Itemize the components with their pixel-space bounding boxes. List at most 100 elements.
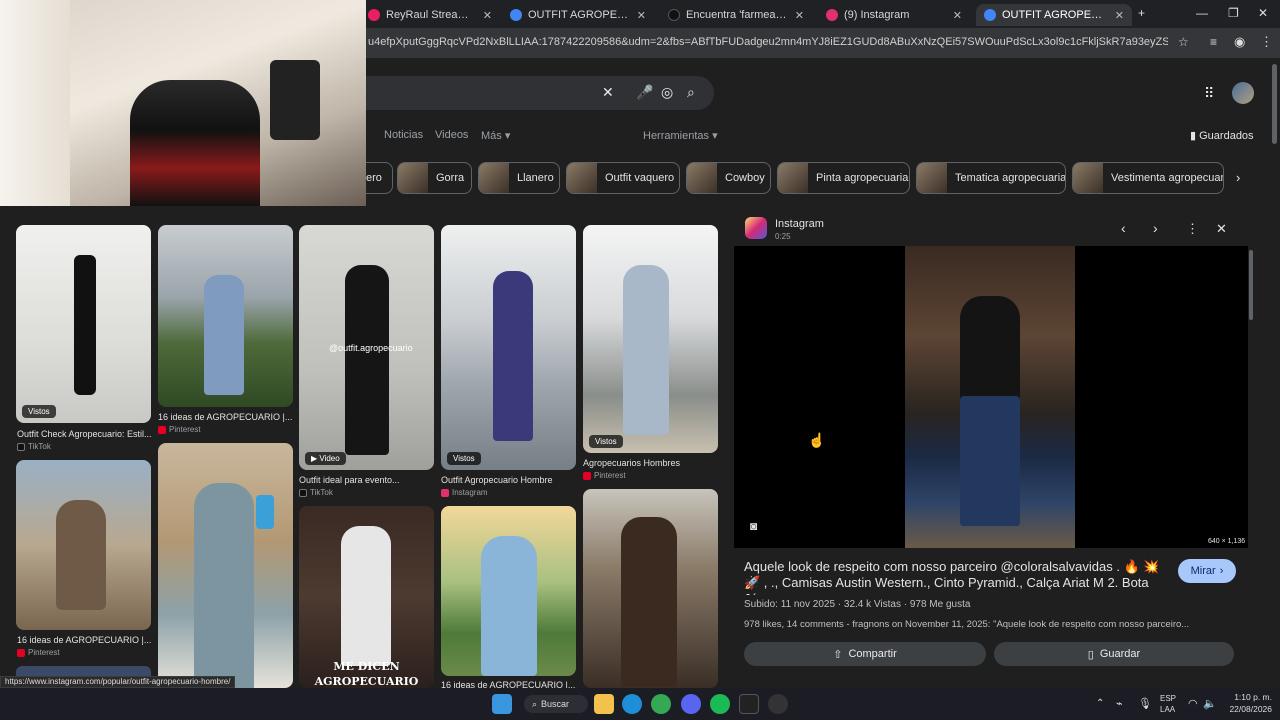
source-label: Pinterest xyxy=(28,648,60,657)
close-panel-icon[interactable]: ✕ xyxy=(1216,221,1227,237)
panel-scrollbar-thumb[interactable] xyxy=(1249,250,1253,320)
edge-icon[interactable] xyxy=(622,694,642,714)
image-result[interactable] xyxy=(16,460,151,630)
wifi-icon[interactable]: ◠ xyxy=(1188,697,1198,710)
tab-tiktok[interactable]: Encuentra 'farmear aura batalla ✕ xyxy=(660,4,812,26)
close-icon[interactable]: ✕ xyxy=(795,9,804,22)
lens-search-icon[interactable]: ◙ xyxy=(750,519,757,533)
tab-label: OUTFIT AGROPECUARIO HOM xyxy=(528,9,631,21)
video-badge-label: Video xyxy=(319,454,340,463)
image-result[interactable]: Vistos xyxy=(441,225,576,470)
microphone-icon[interactable]: 🎙 xyxy=(1138,697,1152,710)
chevron-right-icon[interactable]: › xyxy=(1236,170,1240,185)
address-bar[interactable]: u4efpXputGggRqcVPd2NxBlLLIAA:17874222095… xyxy=(368,36,1168,48)
image-result[interactable] xyxy=(158,225,293,407)
chip-outfit-vaquero[interactable]: Outfit vaquero xyxy=(566,162,680,194)
next-icon[interactable]: › xyxy=(1153,220,1158,236)
clock-date[interactable]: 22/08/2026 xyxy=(1220,704,1272,714)
result-caption[interactable]: Agropecuarios Hombres xyxy=(583,458,719,468)
save-button[interactable]: ▯ Guardar xyxy=(994,642,1234,666)
taskbar-search[interactable]: ⌕ Buscar xyxy=(524,695,588,713)
result-caption[interactable]: Outfit ideal para evento... xyxy=(299,475,435,485)
panel-title[interactable]: Aquele look de respeito com nosso parcei… xyxy=(744,559,1164,595)
tab-reyraul[interactable]: ReyRaul Stream - Watch Live o ✕ xyxy=(360,4,500,26)
image-result[interactable]: Vistos xyxy=(16,225,151,423)
result-caption[interactable]: 16 ideas de AGROPECUARIO |... xyxy=(158,412,294,422)
menu-kebab-icon[interactable]: ⋮ xyxy=(1260,34,1273,50)
window-close-icon[interactable]: ✕ xyxy=(1258,6,1268,20)
chip-cowboy[interactable]: Cowboy xyxy=(686,162,771,194)
volume-icon[interactable]: 🔈 xyxy=(1203,697,1217,710)
page-scrollbar[interactable] xyxy=(1270,58,1280,688)
image-result[interactable]: @outfit.agropecuario ▶ Video xyxy=(299,225,434,470)
person-figure xyxy=(345,265,389,455)
result-source: Pinterest xyxy=(158,425,201,434)
tab-instagram[interactable]: (9) Instagram ✕ xyxy=(818,4,970,26)
chip-vestimenta-agropecuaria[interactable]: Vestimenta agropecuaria xyxy=(1072,162,1224,194)
image-result[interactable]: ME DICEN AGROPECUARIO xyxy=(299,506,434,688)
nav-guardados[interactable]: ▮ Guardados xyxy=(1190,129,1254,142)
scrollbar-thumb[interactable] xyxy=(1272,64,1277,144)
image-result-partial[interactable] xyxy=(16,666,151,676)
image-result[interactable] xyxy=(583,489,718,688)
visit-button[interactable]: Mirar › xyxy=(1178,559,1236,583)
network-icon[interactable]: ⌁ xyxy=(1116,697,1123,710)
share-button[interactable]: ⇧ Compartir xyxy=(744,642,986,666)
tab-outfit-1[interactable]: OUTFIT AGROPECUARIO HOM ✕ xyxy=(502,4,654,26)
keyboard-layout[interactable]: LAA xyxy=(1160,705,1175,714)
tab-outfit-active[interactable]: OUTFIT AGROPECUARIO HOM ✕ xyxy=(976,4,1132,26)
microphone-icon[interactable]: 🎤 xyxy=(636,84,653,101)
close-icon[interactable]: ✕ xyxy=(637,9,646,22)
clock-time[interactable]: 1:10 p. m. xyxy=(1220,692,1272,702)
image-result[interactable] xyxy=(441,506,576,676)
result-caption[interactable]: Outfit Agropecuario Hombre xyxy=(441,475,577,485)
account-avatar[interactable] xyxy=(1232,82,1254,104)
close-icon[interactable]: ✕ xyxy=(953,9,962,22)
nav-noticias[interactable]: Noticias xyxy=(384,129,423,141)
new-tab-icon[interactable]: + xyxy=(1138,6,1145,20)
person-figure xyxy=(623,265,669,435)
nav-herramientas-label: Herramientas xyxy=(643,130,710,142)
maximize-icon[interactable]: ❐ xyxy=(1228,6,1239,20)
lens-icon[interactable]: ◎ xyxy=(661,84,673,101)
panel-description: 978 likes, 14 comments - fragnons on Nov… xyxy=(744,619,1190,630)
image-result[interactable] xyxy=(158,443,293,688)
file-explorer-icon[interactable] xyxy=(594,694,614,714)
tab-search-icon[interactable]: ≡ xyxy=(1210,35,1217,49)
chip-pinta-agropecuaria[interactable]: Pinta agropecuaria xyxy=(777,162,910,194)
nav-videos[interactable]: Videos xyxy=(435,129,468,141)
tiktok-icon xyxy=(17,442,25,451)
profile-icon[interactable]: ◉ xyxy=(1234,34,1245,50)
result-source: Pinterest xyxy=(17,648,60,657)
terminal-icon[interactable] xyxy=(739,694,759,714)
nav-mas[interactable]: Más ▾ xyxy=(481,129,510,142)
apps-grid-icon[interactable]: ⠿ xyxy=(1204,85,1214,102)
bookmark-star-icon[interactable]: ☆ xyxy=(1178,35,1189,49)
chrome-icon[interactable] xyxy=(651,694,671,714)
person xyxy=(130,80,260,206)
result-caption[interactable]: Outfit Check Agropecuario: Estil... xyxy=(17,429,153,439)
minimize-icon[interactable]: — xyxy=(1196,6,1208,20)
spotify-icon[interactable] xyxy=(710,694,730,714)
discord-icon[interactable] xyxy=(681,694,701,714)
chevron-up-icon[interactable]: ⌃ xyxy=(1096,698,1104,709)
chip-gorra[interactable]: Gorra xyxy=(397,162,472,194)
panel-source[interactable]: Instagram xyxy=(775,218,824,230)
search-icon[interactable]: ⌕ xyxy=(687,84,695,101)
close-icon[interactable]: ✕ xyxy=(1115,9,1124,22)
previous-icon[interactable]: ‹ xyxy=(1121,220,1126,236)
language-code[interactable]: ESP xyxy=(1160,694,1176,703)
windows-start-icon[interactable] xyxy=(492,694,512,714)
chip-tematica-agropecuaria[interactable]: Tematica agropecuaria xyxy=(916,162,1066,194)
result-caption[interactable]: 16 ideas de AGROPECUARIO |... xyxy=(17,635,153,645)
bookmark-icon: ▯ xyxy=(1087,648,1094,661)
clear-search-icon[interactable]: ✕ xyxy=(602,84,614,101)
chip-llanero[interactable]: Llanero xyxy=(478,162,560,194)
nav-herramientas[interactable]: Herramientas ▾ xyxy=(643,129,718,142)
app-icon[interactable] xyxy=(768,694,788,714)
more-options-icon[interactable]: ⋮ xyxy=(1186,221,1199,237)
image-result[interactable]: Vistos xyxy=(583,225,718,453)
overlay-text: ME DICEN xyxy=(333,660,400,673)
preview-image[interactable] xyxy=(905,246,1075,548)
close-icon[interactable]: ✕ xyxy=(483,9,492,22)
